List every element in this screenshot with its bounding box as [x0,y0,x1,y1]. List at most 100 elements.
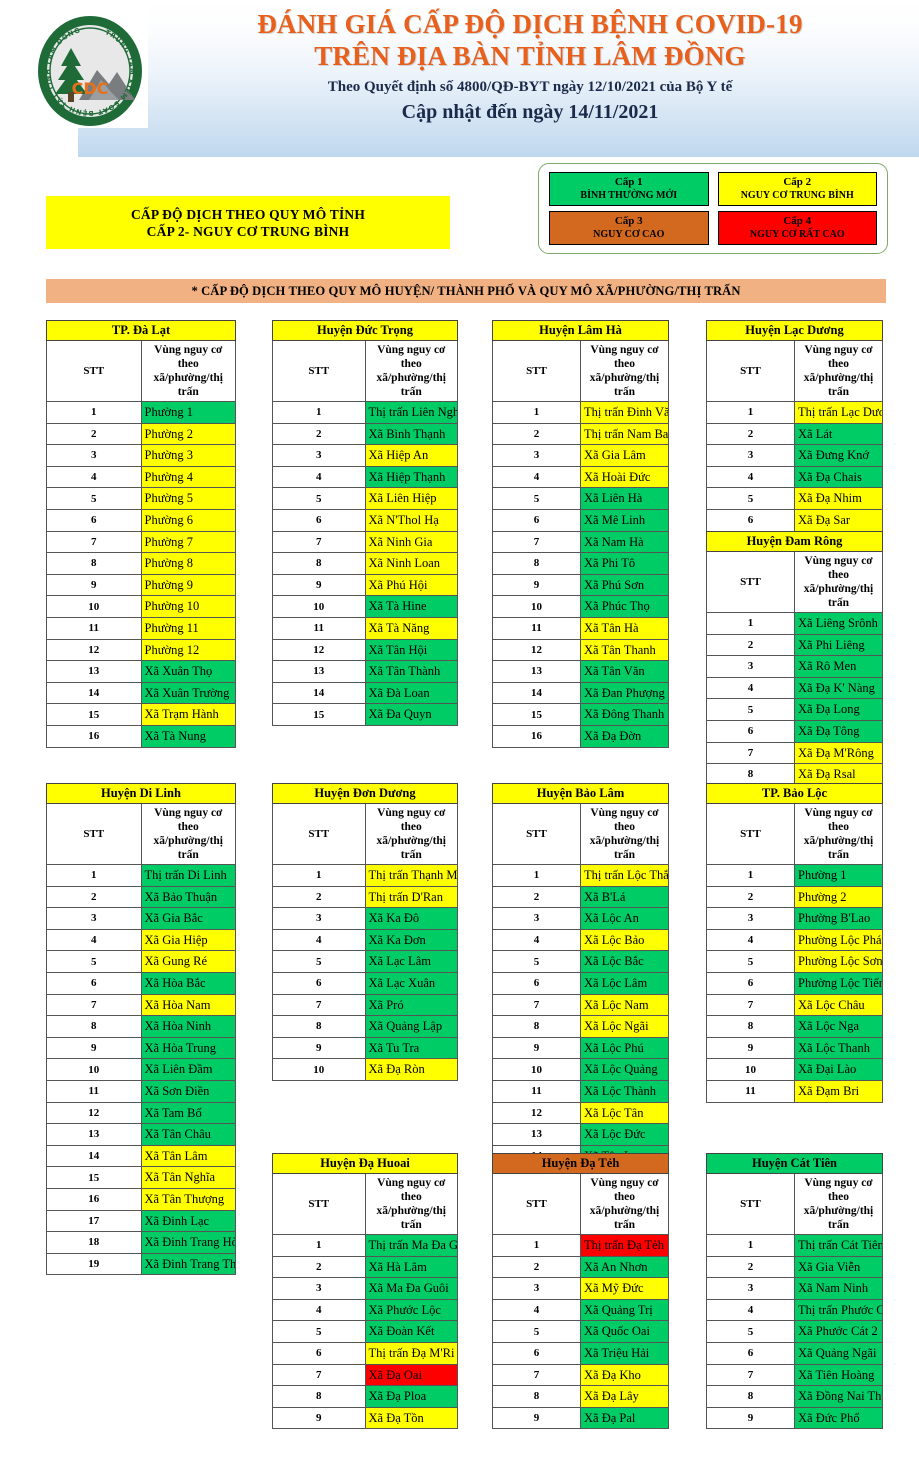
row-ward-name: Xã Phi Liêng [794,633,883,657]
row-ward-name: Xã Quảng Lập [364,1015,458,1038]
row-ward-name: Thị trấn Đạ Tẻh [580,1234,669,1257]
row-index: 4 [272,1298,366,1322]
table-row: 7 Xã Lộc Châu [706,993,883,1017]
row-ward-name: Xã Tân Văn [580,660,669,683]
table-row: 4Thị trấn Phước Cát [706,1298,883,1322]
table-row: 1Thị trấn Ma Đa Guôi [272,1234,458,1257]
row-ward-name: Xã Đạ Sar [794,508,883,532]
table-row: 7 Xã Pró [272,993,458,1017]
row-index: 7 [272,1363,366,1387]
row-ward-name: Xã Đông Thanh [580,703,669,726]
table-row: 3 Xã Đưng Knớ [706,444,883,467]
table-row: 9 Xã Phú Hội [272,573,458,597]
col-header-stt: STT [492,1173,581,1235]
row-ward-name: Xã Tân Hà [580,616,669,640]
row-index: 12 [46,638,142,662]
col-header-stt: STT [492,803,581,865]
table-row: 8Xã Đồng Nai Thượng [706,1385,883,1408]
col-header-zone: Vùng nguy cơ theo xã/phường/thị trấn [140,340,236,402]
row-ward-name: Xã Gia Bắc [140,907,236,930]
row-index: 5 [492,1320,581,1343]
row-index: 1 [492,1234,581,1257]
row-ward-name: Xã Lộc Lâm [580,971,669,995]
row-index: 1 [272,1234,366,1257]
row-index: 12 [46,1101,142,1125]
row-ward-name: Thị trấn D'Ran [364,885,458,909]
table-row: 19Xã Đinh Trang Thượng [46,1252,236,1276]
table-row: 10 Xã Liên Đầm [46,1058,236,1081]
col-header-zone: Vùng nguy cơ theo xã/phường/thị trấn [580,1173,669,1235]
row-index: 6 [492,971,581,995]
row-index: 3 [492,444,581,467]
row-index: 1 [272,864,366,887]
row-index: 8 [706,1385,795,1408]
legend-level-2-label: NGUY CƠ TRUNG BÌNH [740,190,854,201]
row-ward-name: Xã Đại Lào [794,1058,883,1081]
risk-level-legend: Cấp 1 BÌNH THƯỜNG MỚI Cấp 2 NGUY CƠ TRUN… [538,163,888,254]
row-ward-name: Xã Phi Tô [580,552,669,575]
row-index: 11 [46,1079,142,1103]
row-index: 3 [46,907,142,930]
row-index: 7 [272,530,366,554]
row-index: 10 [272,1058,366,1081]
district-table-huyen-da-teh: Huyện Đạ Tẻh STT Vùng nguy cơ theo xã/phườn… [492,1153,669,1430]
col-header-zone: Vùng nguy cơ theo xã/phường/thị trấn [580,340,669,402]
table-row: 2 Thị trấn Nam Ban [492,422,669,446]
row-ward-name: Xã Tu Tra [364,1036,458,1060]
row-ward-name: Xã Tiên Hoàng [794,1363,883,1387]
row-index: 1 [706,864,795,887]
row-index: 5 [706,950,795,973]
row-ward-name: Xã Liêng Srônh [794,612,883,635]
row-ward-name: Xã Lạc Lâm [364,950,458,973]
table-row: 8 Xã Phi Tô [492,552,669,575]
table-row: 5 Xã Quốc Oai [492,1320,669,1343]
table-row: 6 Xã Mê Linh [492,508,669,532]
row-index: 5 [706,487,795,510]
table-row: 9 Phường 9 [46,573,236,597]
table-row: 18 Xã Đinh Trang Hòa [46,1231,236,1254]
row-ward-name: Phường 12 [140,638,236,662]
table-row: 3 Xã Hiệp An [272,444,458,467]
table-row: 6 Phường 6 [46,508,236,532]
page-title-line1: ĐÁNH GIÁ CẤP ĐỘ DỊCH BỆNH COVID-19 [257,9,803,39]
row-index: 10 [706,1058,795,1081]
row-ward-name: Xã Ma Đa Guôi [364,1277,458,1300]
table-row: 3 Xã Gia Bắc [46,907,236,930]
row-index: 9 [492,1036,581,1060]
row-ward-name: Xã Đạ Tông [794,719,883,743]
row-ward-name: Phường 7 [140,530,236,554]
table-row: 2 Xã An Nhơn [492,1255,669,1279]
table-row: 6 Thị trấn Đạ M'Ri [272,1341,458,1365]
row-index: 2 [46,422,142,446]
row-index: 14 [46,681,142,705]
row-ward-name: Xã Lộc Đức [580,1123,669,1146]
row-index: 4 [706,928,795,952]
district-table-huyen-dam-rong: Huyện Đam Rông STT Vùng nguy cơ theo xã/phư… [706,531,883,786]
row-ward-name: Xã Đạ Ploa [364,1385,458,1408]
row-ward-name: Xã Gia Hiệp [140,928,236,952]
table-row: 5 Xã Lộc Bắc [492,950,669,973]
row-index: 9 [46,1036,142,1060]
table-row: 10 Xã Lộc Quảng [492,1058,669,1081]
row-ward-name: Xã Phú Sơn [580,573,669,597]
row-ward-name: Xã Đức Phổ [794,1406,883,1430]
row-ward-name: Xã Đạ Chais [794,465,883,489]
row-ward-name: Xã Đạ Kho [580,1363,669,1387]
row-ward-name: Thị trấn Cát Tiên [794,1234,883,1257]
district-table-huyen-bao-lam: Huyện Bảo Lâm STT Vùng nguy cơ theo xã/phườ… [492,783,669,1168]
page-title-line2: TRÊN ĐỊA BÀN TỈNH LÂM ĐỒNG [314,41,746,71]
table-row: 4 Xã Hoài Đức [492,465,669,489]
row-ward-name: Xã Xuân Thọ [140,660,236,683]
row-ward-name: Thị trấn Nam Ban [580,422,669,446]
row-index: 7 [46,530,142,554]
row-index: 7 [492,530,581,554]
row-ward-name: Xã Lộc Thanh [794,1036,883,1060]
row-ward-name: Xã Đạ Oai [364,1363,458,1387]
table-row: 2 Thị trấn D'Ran [272,885,458,909]
table-row: 3 Phường 3 [46,444,236,467]
row-index: 11 [706,1079,795,1103]
row-ward-name: Xã Tân Nghĩa [140,1166,236,1189]
col-header-zone: Vùng nguy cơ theo xã/phường/thị trấn [794,803,883,865]
row-index: 7 [46,993,142,1017]
decision-reference: Theo Quyết định số 4800/QĐ-BYT ngày 12/1… [327,79,733,95]
